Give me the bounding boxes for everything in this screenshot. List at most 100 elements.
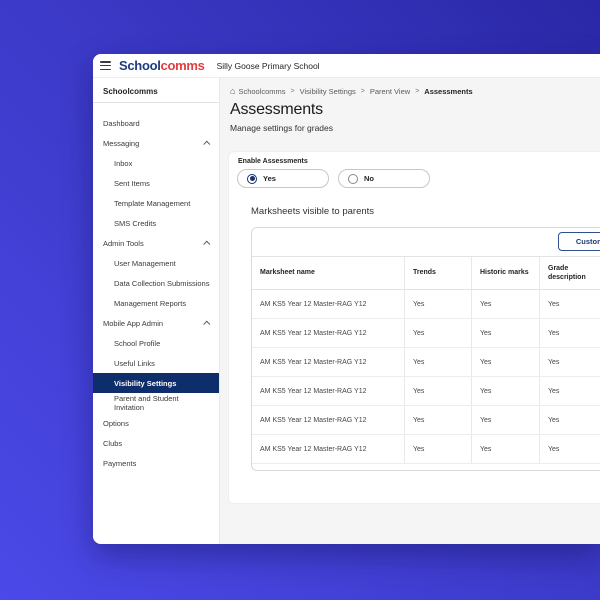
table-cell: Yes (471, 435, 539, 463)
radio-option-label: No (364, 174, 374, 183)
table-row: AM KS5 Year 12 Master-RAG Y12 Yes Yes Yes (252, 348, 600, 377)
table-cell: AM KS5 Year 12 Master-RAG Y12 (260, 445, 367, 453)
sidebar-item-clubs[interactable]: Clubs (93, 433, 219, 453)
page-title: Assessments (230, 101, 323, 118)
sidebar-item-label: School Profile (114, 338, 161, 348)
radio-dot (249, 176, 255, 181)
sidebar-item-label: Data Collection Submissions (114, 278, 210, 288)
sidebar-item-useful-links[interactable]: Useful Links (93, 353, 219, 373)
table-row: AM KS5 Year 12 Master-RAG Y12 Yes Yes Yes (252, 435, 600, 464)
table-cell: Yes (539, 406, 600, 434)
breadcrumb: ⌂ Schoolcomms > Visibility Settings > Parent… (230, 87, 473, 97)
table-header-cell-marksheet-name: Marksheet name (252, 257, 404, 289)
sidebar-item-admin-tools[interactable]: Admin Tools (93, 233, 219, 253)
breadcrumb-item-parent-view[interactable]: Parent View (370, 87, 410, 96)
sidebar-item-label: SMS Credits (114, 218, 157, 228)
sidebar-header: Schoolcomms (103, 87, 158, 96)
table-cell: AM KS5 Year 12 Master-RAG Y12 (260, 358, 367, 366)
table-header-row: Marksheet name Trends Historic marks Grade … (252, 256, 600, 290)
table-cell: Yes (404, 319, 471, 347)
table-cell: Yes (404, 377, 471, 405)
breadcrumb-item-schoolcomms[interactable]: Schoolcomms (238, 87, 285, 96)
table-cell: Yes (471, 406, 539, 434)
table-row: AM KS5 Year 12 Master-RAG Y12 Yes Yes Yes (252, 377, 600, 406)
table-body: AM KS5 Year 12 Master-RAG Y12 Yes Yes Yes AM… (252, 290, 600, 464)
table-row: AM KS5 Year 12 Master-RAG Y12 Yes Yes Yes (252, 406, 600, 435)
table-cell: Yes (471, 348, 539, 376)
logo-text-school: School (119, 58, 161, 73)
customise-button[interactable]: Customise (558, 232, 600, 251)
table-cell: AM KS5 Year 12 Master-RAG Y12 (260, 416, 367, 424)
sidebar-item-messaging[interactable]: Messaging (93, 133, 219, 153)
sidebar-item-management-reports[interactable]: Management Reports (93, 293, 219, 313)
sidebar-item-parent-and-student-invitation[interactable]: Parent and Student Invitation (93, 393, 219, 413)
hamburger-icon[interactable] (100, 61, 111, 70)
marksheets-heading: Marksheets visible to parents (251, 206, 375, 217)
sidebar-item-payments[interactable]: Payments (93, 453, 219, 473)
breadcrumb-separator-icon: > (415, 88, 420, 95)
sidebar-item-label: Useful Links (114, 358, 155, 368)
sidebar-item-label: Management Reports (114, 298, 187, 308)
sidebar-item-user-management[interactable]: User Management (93, 253, 219, 273)
desktop-background: { "topbar": { "logo_blue": "School", "lo… (0, 0, 600, 600)
table-header-text: Marksheet name (260, 269, 315, 277)
sidebar-item-label: Inbox (114, 158, 133, 168)
app-window: Schoolcomms Silly Goose Primary School S… (93, 54, 600, 544)
table-header-text: Historic marks (480, 269, 529, 277)
table-cell: Yes (539, 319, 600, 347)
sidebar-nav: Dashboard Messaging Inbox Sent Items Templat… (93, 103, 219, 473)
table-cell: Yes (471, 290, 539, 318)
table-row: AM KS5 Year 12 Master-RAG Y12 Yes Yes Yes (252, 290, 600, 319)
radio-option-yes[interactable]: Yes (237, 169, 329, 188)
chevron-up-icon (203, 240, 211, 248)
sidebar-item-sent-items[interactable]: Sent Items (93, 173, 219, 193)
chevron-up-icon (203, 140, 211, 148)
table-cell: Yes (404, 348, 471, 376)
enable-assessments-radio-group: Yes No (237, 169, 430, 188)
sidebar: Schoolcomms Dashboard Messaging Inbox Sent … (93, 78, 220, 544)
table-header-text: Grade description (548, 264, 586, 281)
sidebar-item-inbox[interactable]: Inbox (93, 153, 219, 173)
breadcrumb-item-visibility-settings[interactable]: Visibility Settings (300, 87, 356, 96)
table-cell: Yes (471, 377, 539, 405)
table-cell: Yes (539, 377, 600, 405)
logo-text-comms: comms (160, 58, 205, 73)
marksheets-table-container: Customise Marksheet name Trends Historic m… (251, 227, 600, 471)
sidebar-item-data-collection-submissions[interactable]: Data Collection Submissions (93, 273, 219, 293)
sidebar-item-label: Clubs (103, 438, 123, 448)
radio-icon (348, 173, 358, 184)
table-cell: AM KS5 Year 12 Master-RAG Y12 (260, 387, 367, 395)
table-header-cell-historic-marks: Historic marks (471, 257, 539, 289)
table-cell: Yes (404, 435, 471, 463)
sidebar-item-options[interactable]: Options (93, 413, 219, 433)
table-cell: Yes (539, 290, 600, 318)
sidebar-item-label: Admin Tools (103, 238, 144, 248)
radio-option-no[interactable]: No (338, 169, 430, 188)
schoolcomms-logo: Schoolcomms (119, 59, 205, 72)
settings-card: Enable Assessments Yes No Marksheets visi… (228, 151, 600, 504)
enable-assessments-label: Enable Assessments (238, 158, 308, 165)
home-icon[interactable]: ⌂ (230, 87, 235, 96)
top-bar: Schoolcomms Silly Goose Primary School (93, 54, 600, 78)
table-cell: Yes (471, 319, 539, 347)
page-subtitle: Manage settings for grades (230, 123, 334, 133)
main-content: ⌂ Schoolcomms > Visibility Settings > Parent… (220, 78, 600, 544)
sidebar-item-school-profile[interactable]: School Profile (93, 333, 219, 353)
table-row: AM KS5 Year 12 Master-RAG Y12 Yes Yes Yes (252, 319, 600, 348)
sidebar-item-label: Parent and Student Invitation (114, 394, 179, 412)
table-header-cell-trends: Trends (404, 257, 471, 289)
sidebar-item-visibility-settings[interactable]: Visibility Settings (93, 373, 219, 393)
table-cell: AM KS5 Year 12 Master-RAG Y12 (260, 329, 367, 337)
sidebar-item-mobile-app-admin[interactable]: Mobile App Admin (93, 313, 219, 333)
sidebar-item-dashboard[interactable]: Dashboard (93, 113, 219, 133)
sidebar-item-label: Visibility Settings (114, 378, 177, 388)
sidebar-item-label: Mobile App Admin (103, 318, 164, 328)
sidebar-item-sms-credits[interactable]: SMS Credits (93, 213, 219, 233)
radio-dot (351, 176, 356, 181)
table-header-cell-grade-description: Grade description (539, 257, 600, 289)
sidebar-item-label: User Management (114, 258, 176, 268)
table-cell: Yes (539, 435, 600, 463)
sidebar-item-label: Payments (103, 458, 137, 468)
sidebar-item-template-management[interactable]: Template Management (93, 193, 219, 213)
table-header-text: Trends (413, 269, 436, 277)
